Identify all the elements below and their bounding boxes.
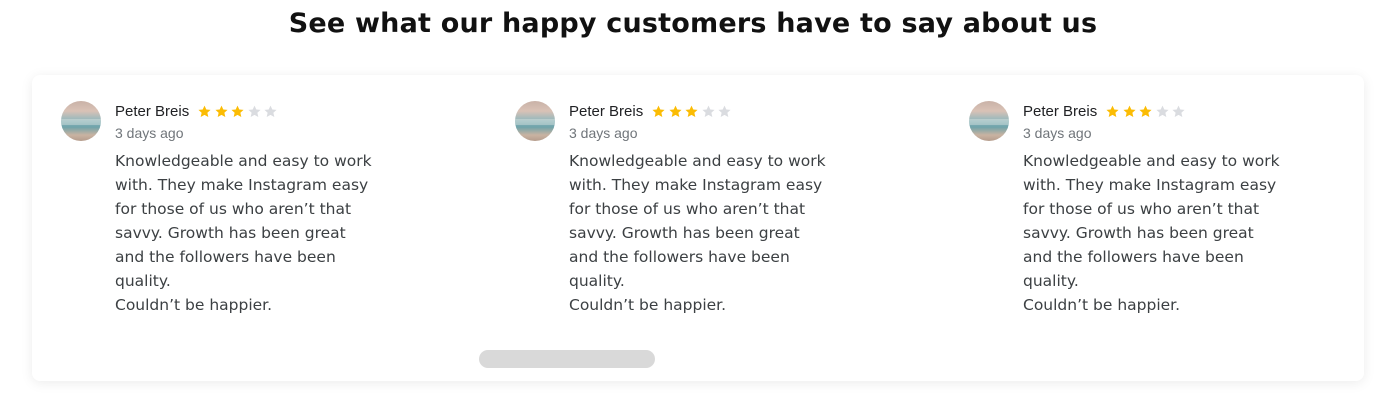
- star-rating: [197, 104, 280, 119]
- star-icon: [247, 104, 262, 119]
- horizontal-scrollbar-thumb[interactable]: [479, 350, 655, 368]
- reviewer-name: Peter Breis: [1023, 102, 1098, 120]
- review-text: Knowledgeable and easy to work with. The…: [569, 152, 826, 314]
- star-icon: [197, 104, 212, 119]
- star-rating: [651, 104, 734, 119]
- reviewer-name: Peter Breis: [115, 102, 190, 120]
- star-icon: [1171, 104, 1186, 119]
- review-text: Knowledgeable and easy to work with. The…: [1023, 152, 1280, 314]
- review-card: Peter Breis 3 days ago Knowledgeable and…: [969, 101, 1329, 341]
- reviewer-name: Peter Breis: [569, 102, 644, 120]
- star-icon: [1138, 104, 1153, 119]
- star-icon: [1122, 104, 1137, 119]
- star-icon: [651, 104, 666, 119]
- star-icon: [263, 104, 278, 119]
- avatar: [515, 101, 555, 141]
- review-card: Peter Breis 3 days ago Knowledgeable and…: [515, 101, 875, 341]
- star-icon: [1155, 104, 1170, 119]
- avatar: [969, 101, 1009, 141]
- review-card: Peter Breis 3 days ago Knowledgeable and…: [61, 101, 421, 341]
- star-icon: [701, 104, 716, 119]
- review-time: 3 days ago: [1023, 125, 1092, 141]
- star-icon: [1105, 104, 1120, 119]
- star-icon: [717, 104, 732, 119]
- star-icon: [214, 104, 229, 119]
- review-time: 3 days ago: [569, 125, 638, 141]
- star-icon: [230, 104, 245, 119]
- star-rating: [1105, 104, 1188, 119]
- review-time: 3 days ago: [115, 125, 184, 141]
- star-icon: [684, 104, 699, 119]
- reviews-carousel: Peter Breis 3 days ago Knowledgeable and…: [32, 75, 1364, 381]
- star-icon: [668, 104, 683, 119]
- avatar: [61, 101, 101, 141]
- review-text: Knowledgeable and easy to work with. The…: [115, 152, 372, 314]
- section-heading: See what our happy customers have to say…: [288, 8, 1098, 39]
